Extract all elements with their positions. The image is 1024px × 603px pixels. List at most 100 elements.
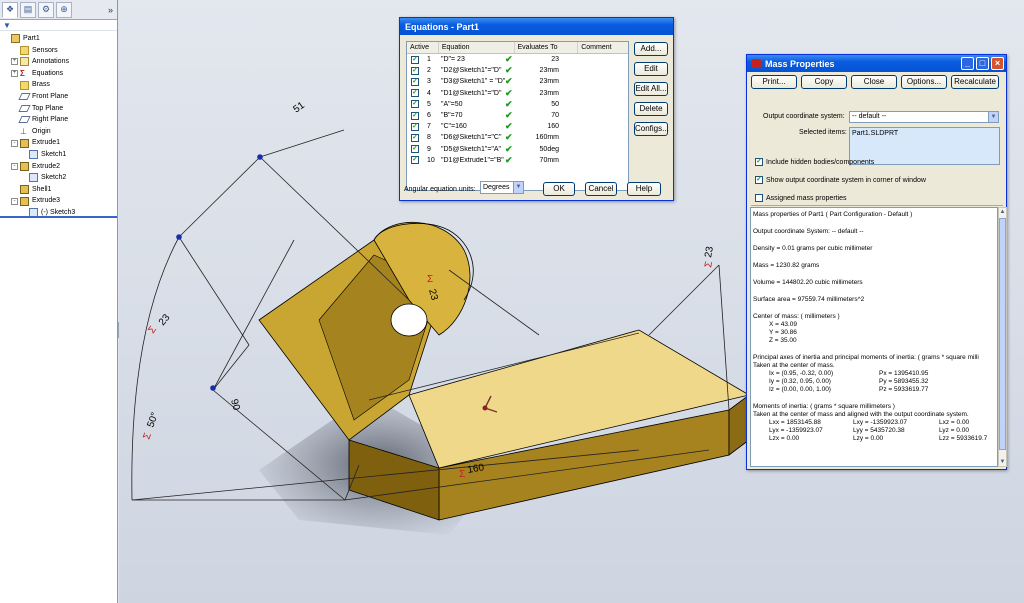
tree-item[interactable]: Right Plane <box>0 114 117 126</box>
equation-row[interactable]: ✓ 6 "B"=70 ✔ 70 <box>407 110 628 121</box>
equation-row[interactable]: ✓ 2 "D2@Sketch1"="D" ✔ 23mm <box>407 65 628 76</box>
dimension-23-left[interactable]: 23 <box>157 312 173 328</box>
active-checkbox[interactable]: ✓ <box>411 111 419 120</box>
sketch-point[interactable] <box>176 234 182 240</box>
active-checkbox[interactable]: ✓ <box>411 55 419 64</box>
equation-row[interactable]: ✓ 1 "D"= 23 ✔ 23 <box>407 54 628 65</box>
report-scrollbar[interactable]: ▲ ▼ <box>998 207 1007 467</box>
close-icon[interactable]: × <box>991 57 1004 70</box>
chevron-down-icon[interactable]: ▼ <box>988 112 998 122</box>
delete-equation-button[interactable]: Delete <box>634 102 668 116</box>
tree-item[interactable]: - Extrude3 <box>0 195 117 207</box>
col-evaluates[interactable]: Evaluates To <box>515 42 579 53</box>
property-manager-tab-icon[interactable]: ▤ <box>20 1 36 18</box>
equation-row[interactable]: ✓ 9 "D5@Sketch1"="A" ✔ 50deg <box>407 144 628 155</box>
equation-row[interactable]: ✓ 3 "D3@Sketch1" = "D" ✔ 23mm <box>407 76 628 87</box>
edit-all-button[interactable]: Edit All... <box>634 82 668 96</box>
include-hidden-checkbox[interactable]: ✓ Include hidden bodies/components <box>755 158 874 166</box>
equation-expression[interactable]: "A"=50 <box>441 101 505 108</box>
scroll-thumb[interactable] <box>999 218 1006 450</box>
sketch-point[interactable] <box>257 154 263 160</box>
tree-item[interactable]: - Extrude1 <box>0 137 117 149</box>
active-checkbox[interactable]: ✓ <box>411 156 419 165</box>
equation-expression[interactable]: "D5@Sketch1"="A" <box>441 146 505 153</box>
equation-expression[interactable]: "D2@Sketch1"="D" <box>441 67 505 74</box>
ok-button[interactable]: OK <box>543 182 575 196</box>
dimxpert-tab-icon[interactable]: ⊕ <box>56 1 72 18</box>
active-checkbox[interactable]: ✓ <box>411 77 419 86</box>
edit-equation-button[interactable]: Edit <box>634 62 668 76</box>
equation-expression[interactable]: "D"= 23 <box>441 56 505 63</box>
checkbox-icon[interactable]: ✓ <box>755 176 763 184</box>
tree-item[interactable]: - Extrude2 <box>0 161 117 173</box>
active-checkbox[interactable]: ✓ <box>411 133 419 142</box>
tree-item[interactable]: Top Plane <box>0 103 117 115</box>
equation-expression[interactable]: "B"=70 <box>441 112 505 119</box>
cancel-button[interactable]: Cancel <box>585 182 617 196</box>
collapse-icon[interactable]: - <box>11 139 18 147</box>
equation-expression[interactable]: "D3@Sketch1" = "D" <box>441 78 505 85</box>
scroll-down-icon[interactable]: ▼ <box>999 458 1006 466</box>
equation-row[interactable]: ✓ 10 "D1@Extrude1"="B" ✔ 70mm <box>407 155 628 166</box>
recalculate-button[interactable]: Recalculate <box>951 75 999 89</box>
angular-units-select[interactable]: Degrees ▼ <box>480 181 524 194</box>
equation-expression[interactable]: "D6@Sketch1"="C" <box>441 134 505 141</box>
col-equation[interactable]: Equation <box>439 42 515 53</box>
active-checkbox[interactable]: ✓ <box>411 145 419 154</box>
help-button[interactable]: Help <box>627 182 661 196</box>
collapse-icon[interactable]: - <box>11 197 18 205</box>
print-button[interactable]: Print... <box>751 75 797 89</box>
feature-tree-tab-icon[interactable]: ❖ <box>2 1 18 18</box>
options-button[interactable]: Options... <box>901 75 947 89</box>
checkbox-icon[interactable] <box>755 194 763 202</box>
chevron-down-icon[interactable]: ▼ <box>513 182 523 193</box>
expand-icon[interactable]: + <box>11 58 18 66</box>
equation-row[interactable]: ✓ 5 "A"=50 ✔ 50 <box>407 99 628 110</box>
active-checkbox[interactable]: ✓ <box>411 66 419 75</box>
rollback-bar[interactable] <box>0 216 117 218</box>
collapse-icon[interactable]: - <box>11 162 18 170</box>
equations-list[interactable]: Active Equation Evaluates To Comment ✓ 1 "… <box>406 41 629 191</box>
tree-item[interactable]: Front Plane <box>0 91 117 103</box>
configs-button[interactable]: Configs... <box>634 122 669 136</box>
equation-expression[interactable]: "C"=160 <box>441 123 505 130</box>
copy-button[interactable]: Copy <box>801 75 847 89</box>
tree-item[interactable]: Sketch2 <box>0 172 117 184</box>
tree-item[interactable]: Shell1 <box>0 184 117 196</box>
expand-panel-icon[interactable]: » <box>108 5 113 15</box>
tree-item[interactable]: ⊥ Origin <box>0 126 117 138</box>
tree-item[interactable]: Brass <box>0 79 117 91</box>
filter-icon[interactable]: ▼ <box>0 20 117 31</box>
equation-row[interactable]: ✓ 7 "C"=160 ✔ 160 <box>407 121 628 132</box>
minimize-icon[interactable]: _ <box>961 57 974 70</box>
active-checkbox[interactable]: ✓ <box>411 122 419 131</box>
equation-row[interactable]: ✓ 8 "D6@Sketch1"="C" ✔ 160mm <box>407 132 628 143</box>
add-equation-button[interactable]: Add... <box>634 42 668 56</box>
equation-expression[interactable]: "D1@Extrude1"="B" <box>441 157 505 164</box>
sketch-point[interactable] <box>210 385 216 391</box>
col-active[interactable]: Active <box>407 42 439 53</box>
tree-item[interactable]: + Annotations <box>0 56 117 68</box>
expand-icon[interactable]: + <box>11 70 18 78</box>
tree-item[interactable]: + Σ Equations <box>0 68 117 80</box>
scroll-up-icon[interactable]: ▲ <box>999 208 1006 216</box>
tree-item[interactable]: Part1 <box>0 33 117 45</box>
maximize-icon[interactable]: □ <box>976 57 989 70</box>
checkbox-icon[interactable]: ✓ <box>755 158 763 166</box>
coord-system-select[interactable]: -- default -- ▼ <box>849 111 999 123</box>
dimension-90[interactable]: 90 <box>228 398 242 412</box>
active-checkbox[interactable]: ✓ <box>411 89 419 98</box>
configuration-manager-tab-icon[interactable]: ⚙ <box>38 1 54 18</box>
dimension-23-right[interactable]: 23 <box>703 245 716 258</box>
active-checkbox[interactable]: ✓ <box>411 100 419 109</box>
col-comment[interactable]: Comment <box>578 42 628 53</box>
tree-item[interactable]: Sensors <box>0 45 117 57</box>
tree-item[interactable]: Sketch1 <box>0 149 117 161</box>
equation-row[interactable]: ✓ 4 "D1@Sketch1"="D" ✔ 23mm <box>407 88 628 99</box>
close-button[interactable]: Close <box>851 75 897 89</box>
assigned-mass-checkbox[interactable]: Assigned mass properties <box>755 194 847 202</box>
dimension-51[interactable]: 51 <box>291 100 307 116</box>
show-coord-checkbox[interactable]: ✓ Show output coordinate system in corne… <box>755 176 926 184</box>
equation-expression[interactable]: "D1@Sketch1"="D" <box>441 90 505 97</box>
mass-properties-report[interactable]: Mass properties of Part1 ( Part Configur… <box>750 207 998 467</box>
